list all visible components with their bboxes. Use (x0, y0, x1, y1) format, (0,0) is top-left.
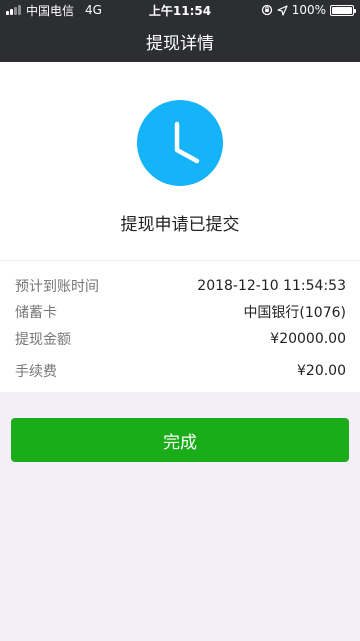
detail-row-card: 储蓄卡 中国银行(1076) (15, 302, 346, 322)
network-type: 4G (85, 3, 102, 17)
detail-label: 提现金额 (15, 332, 71, 348)
detail-value: ¥20000.00 (270, 331, 346, 347)
detail-row-amount: 提现金额 ¥20000.00 (15, 329, 346, 349)
detail-label: 储蓄卡 (15, 305, 57, 321)
detail-value: 中国银行(1076) (243, 305, 346, 321)
battery-icon (330, 4, 356, 16)
detail-label: 预计到账时间 (15, 279, 99, 295)
battery-percentage: 100% (291, 3, 326, 17)
detail-label: 手续费 (15, 364, 57, 380)
status-panel: 提现申请已提交 (0, 62, 360, 260)
detail-row-fee: 手续费 ¥20.00 (15, 361, 346, 381)
page-title: 提现详情 (146, 33, 214, 54)
navigation-bar: 提现详情 (0, 20, 360, 62)
status-bar: 中国电信 4G 上午11:54 100% (0, 0, 360, 20)
location-arrow-icon (277, 4, 288, 16)
status-left: 中国电信 4G (6, 2, 102, 19)
detail-value: 2018-12-10 11:54:53 (197, 278, 346, 294)
carrier-name: 中国电信 (26, 3, 75, 18)
status-right: 100% (261, 3, 356, 17)
detail-row-arrival-time: 预计到账时间 2018-12-10 11:54:53 (15, 276, 346, 296)
signal-strength-icon (6, 5, 21, 15)
rotation-lock-icon (261, 4, 272, 16)
detail-value: ¥20.00 (297, 363, 346, 379)
done-button[interactable]: 完成 (11, 418, 349, 462)
submission-message: 提现申请已提交 (120, 215, 240, 235)
withdrawal-details: 预计到账时间 2018-12-10 11:54:53 储蓄卡 中国银行(1076… (0, 260, 360, 392)
clock-icon (137, 100, 223, 186)
